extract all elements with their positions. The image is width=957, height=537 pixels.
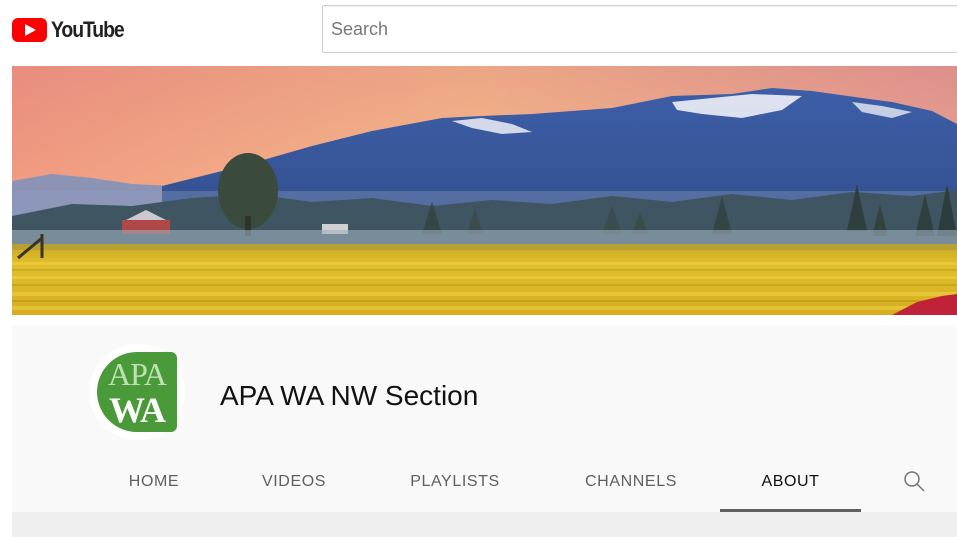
channel-tabs: HOME VIDEOS PLAYLISTS CHANNELS ABOUT <box>12 445 957 512</box>
content-area <box>12 512 957 537</box>
tab-channels[interactable]: CHANNELS <box>562 445 700 512</box>
tab-label: CHANNELS <box>585 473 677 490</box>
search-input[interactable] <box>323 6 931 52</box>
tab-label: ABOUT <box>761 473 820 490</box>
channel-title: APA WA NW Section <box>220 380 479 411</box>
search-icon[interactable] <box>902 469 926 493</box>
tab-home[interactable]: HOME <box>108 445 200 512</box>
tab-label: PLAYLISTS <box>410 473 500 490</box>
tab-about[interactable]: ABOUT <box>720 445 861 512</box>
avatar-text-line2: WA <box>108 390 166 430</box>
youtube-logo[interactable]: YouTube <box>12 17 133 43</box>
youtube-play-icon <box>12 18 47 42</box>
search-box[interactable] <box>322 5 957 53</box>
channel-banner <box>12 66 957 315</box>
avatar: APA WA <box>97 352 177 432</box>
channel-avatar[interactable]: APA WA <box>89 344 185 440</box>
tab-playlists[interactable]: PLAYLISTS <box>387 445 523 512</box>
youtube-wordmark: YouTube <box>51 17 125 42</box>
tab-label: HOME <box>128 473 180 490</box>
avatar-text-line1: APA <box>107 356 167 392</box>
banner-image <box>12 66 957 315</box>
channel-header: APA WA APA WA NW Section HOME VIDEOS PLA… <box>12 325 957 512</box>
tab-videos[interactable]: VIDEOS <box>240 445 348 512</box>
masthead: YouTube <box>0 0 957 60</box>
tab-label: VIDEOS <box>261 473 327 490</box>
